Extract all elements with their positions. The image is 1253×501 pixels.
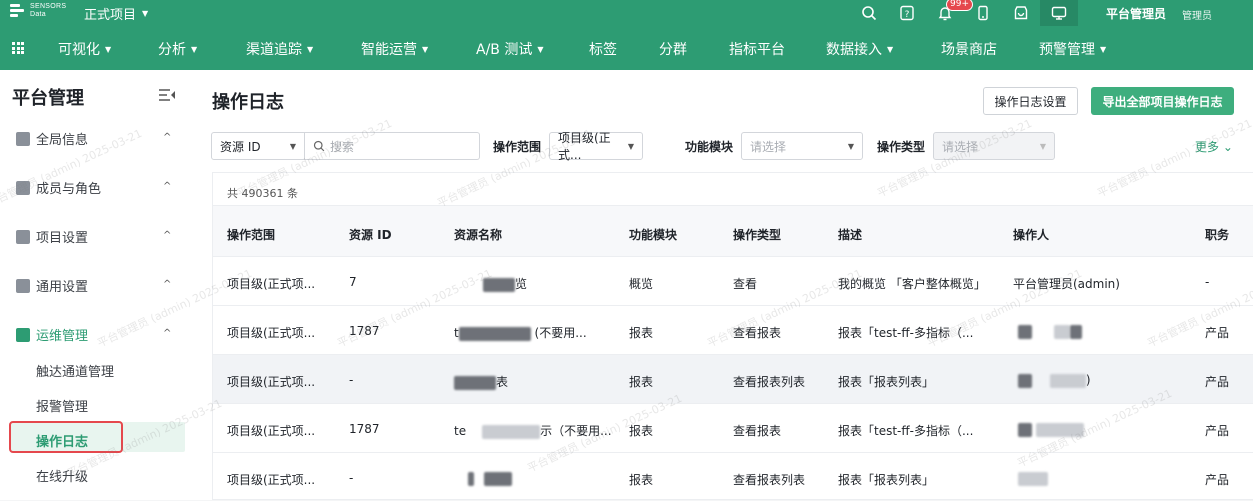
- table-row[interactable]: 项目级(正式项... 1787 t (不要用... 报表 查看报表 报表「tes…: [213, 305, 1253, 354]
- chevron-up-icon[interactable]: ^: [163, 230, 171, 241]
- operation-type-label: 操作类型: [877, 140, 926, 154]
- caret-down-icon: ▼: [847, 141, 854, 151]
- highlight-box: [9, 421, 123, 453]
- chevron-down-icon: ▼: [191, 44, 198, 54]
- resource-type-select[interactable]: 资源 ID ▼: [211, 132, 305, 160]
- user-name[interactable]: 平台管理员: [1106, 5, 1166, 22]
- table-header: 操作范围 资源 ID 资源名称 功能模块 操作类型 描述 操作人 职务: [213, 205, 1253, 256]
- chevron-down-icon: ▼: [537, 44, 544, 54]
- chevron-down-icon: ▼: [1100, 44, 1107, 54]
- main-nav: 可视化 ▼ 分析 ▼ 渠道追踪 ▼ 智能运营 ▼ A/B 测试 ▼ 标签 分群 指标平台 …: [0, 26, 1253, 70]
- project-settings-icon: [16, 229, 30, 244]
- notification-bell-icon[interactable]: 99+: [926, 0, 973, 26]
- chevron-up-icon[interactable]: ^: [163, 132, 171, 143]
- module-select[interactable]: 请选择 ▼: [741, 132, 863, 160]
- scope-label: 操作范围: [493, 140, 542, 154]
- export-all-logs-button[interactable]: 导出全部项目操作日志: [1091, 87, 1234, 115]
- nav-alert-management[interactable]: 预警管理 ▼: [1039, 39, 1106, 59]
- nav-channel-tracking[interactable]: 渠道追踪 ▼: [246, 39, 313, 59]
- help-icon[interactable]: ?: [888, 0, 926, 26]
- caret-down-icon: ▼: [1039, 141, 1046, 151]
- column-header: 描述: [838, 228, 863, 242]
- log-table: 共 490361 条 操作范围 资源 ID 资源名称 功能模块 操作类型 描述 …: [212, 172, 1253, 500]
- caret-down-icon: ▼: [289, 141, 296, 151]
- members-icon: [16, 180, 30, 195]
- search-icon[interactable]: [850, 0, 888, 26]
- column-header: 资源名称: [454, 228, 503, 242]
- total-count: 共 490361 条: [227, 187, 298, 200]
- table-row[interactable]: 项目级(正式项... 1787 te 示（不要用... 报表 查看报表 报表「te…: [213, 403, 1253, 452]
- page-title: 操作日志: [212, 92, 284, 113]
- column-header: 功能模块: [629, 228, 678, 242]
- collapse-sidebar-icon[interactable]: [158, 88, 176, 102]
- main-panel: 操作日志 操作日志设置 导出全部项目操作日志 资源 ID ▼ 搜索 操作范围 项目…: [190, 70, 1253, 500]
- nav-ab-testing[interactable]: A/B 测试 ▼: [476, 39, 544, 59]
- caret-down-icon: ▼: [627, 141, 634, 151]
- chevron-down-icon: ▼: [887, 44, 894, 54]
- logo[interactable]: SENSORS Data: [10, 3, 66, 19]
- logo-icon: [10, 3, 26, 19]
- store-icon[interactable]: [1002, 0, 1040, 26]
- chevron-up-icon[interactable]: ^: [163, 181, 171, 192]
- chevron-up-icon[interactable]: ^: [163, 279, 171, 290]
- table-row[interactable]: 项目级(正式项... - 表 报表 查看报表列表 报表「报表列表」 ) 产品: [213, 354, 1253, 403]
- table-row[interactable]: 项目级(正式项... 7 览 概览 查看 我的概览 「客户整体概览」 平台管理员…: [213, 256, 1253, 305]
- column-header: 操作范围: [227, 228, 276, 242]
- column-header: 资源 ID: [349, 228, 392, 242]
- monitor-icon[interactable]: [1040, 0, 1078, 26]
- chevron-down-icon: ▼: [422, 44, 429, 54]
- column-header: 职务: [1205, 228, 1230, 242]
- more-filters-link[interactable]: 更多 ⌄: [1195, 138, 1233, 155]
- apps-grid-icon[interactable]: [12, 42, 24, 54]
- log-settings-button[interactable]: 操作日志设置: [983, 87, 1078, 115]
- chevron-down-icon: ▼: [142, 9, 149, 18]
- sidebar-group-general-settings[interactable]: 通用设置: [16, 276, 88, 295]
- search-input[interactable]: 搜索: [305, 132, 480, 160]
- top-bar: SENSORS Data 正式项目 ▼ ? 99+ 平台管理员 管理员: [0, 0, 1253, 26]
- chevron-down-icon: ▼: [307, 44, 314, 54]
- operation-type-select[interactable]: 请选择 ▼: [933, 132, 1055, 160]
- chevron-up-icon[interactable]: ^: [163, 328, 171, 339]
- nav-smart-operation[interactable]: 智能运营 ▼: [361, 39, 428, 59]
- chevron-down-icon: ▼: [105, 44, 112, 54]
- chevron-down-icon: ⌄: [1222, 140, 1233, 154]
- sidebar: 平台管理 全局信息 ^ 成员与角色 ^ 项目设置 ^ 通用设置 ^ 运维管理 ^…: [0, 70, 190, 500]
- sidebar-group-project-settings[interactable]: 项目设置: [16, 227, 88, 246]
- column-header: 操作人: [1013, 228, 1050, 242]
- sidebar-group-ops-management[interactable]: 运维管理: [16, 325, 88, 344]
- scope-select[interactable]: 项目级(正式... ▼: [549, 131, 643, 162]
- table-row[interactable]: 项目级(正式项... - 报表 查看报表列表 报表「报表列表」 产品: [213, 452, 1253, 501]
- sidebar-item-channel-management[interactable]: 触达通道管理: [36, 361, 114, 380]
- info-icon: [16, 131, 30, 146]
- nav-visualization[interactable]: 可视化 ▼: [58, 39, 111, 59]
- nav-data-ingestion[interactable]: 数据接入 ▼: [826, 39, 893, 59]
- user-role[interactable]: 管理员: [1182, 7, 1212, 22]
- nav-metrics-platform[interactable]: 指标平台: [729, 39, 785, 59]
- sidebar-item-alarm-management[interactable]: 报警管理: [36, 396, 88, 415]
- project-name: 正式项目: [84, 8, 137, 23]
- nav-analysis[interactable]: 分析 ▼: [158, 39, 197, 59]
- printer-icon: [16, 278, 30, 293]
- sidebar-group-global-info[interactable]: 全局信息: [16, 129, 88, 148]
- logo-line1: SENSORS: [30, 3, 67, 10]
- module-label: 功能模块: [685, 140, 734, 154]
- logo-line2: Data: [30, 11, 46, 18]
- project-switcher[interactable]: 正式项目 ▼: [84, 4, 148, 23]
- svg-text:?: ?: [905, 10, 910, 20]
- ops-icon: [16, 327, 30, 342]
- nav-tags[interactable]: 标签: [589, 39, 617, 59]
- sidebar-title: 平台管理: [12, 88, 84, 109]
- column-header: 操作类型: [733, 228, 782, 242]
- sidebar-group-members-roles[interactable]: 成员与角色: [16, 178, 101, 197]
- nav-segments[interactable]: 分群: [659, 39, 687, 59]
- mobile-icon[interactable]: [964, 0, 1002, 26]
- nav-scene-store[interactable]: 场景商店: [941, 39, 997, 59]
- search-icon: [313, 140, 325, 152]
- sidebar-item-online-upgrade[interactable]: 在线升级: [36, 466, 88, 485]
